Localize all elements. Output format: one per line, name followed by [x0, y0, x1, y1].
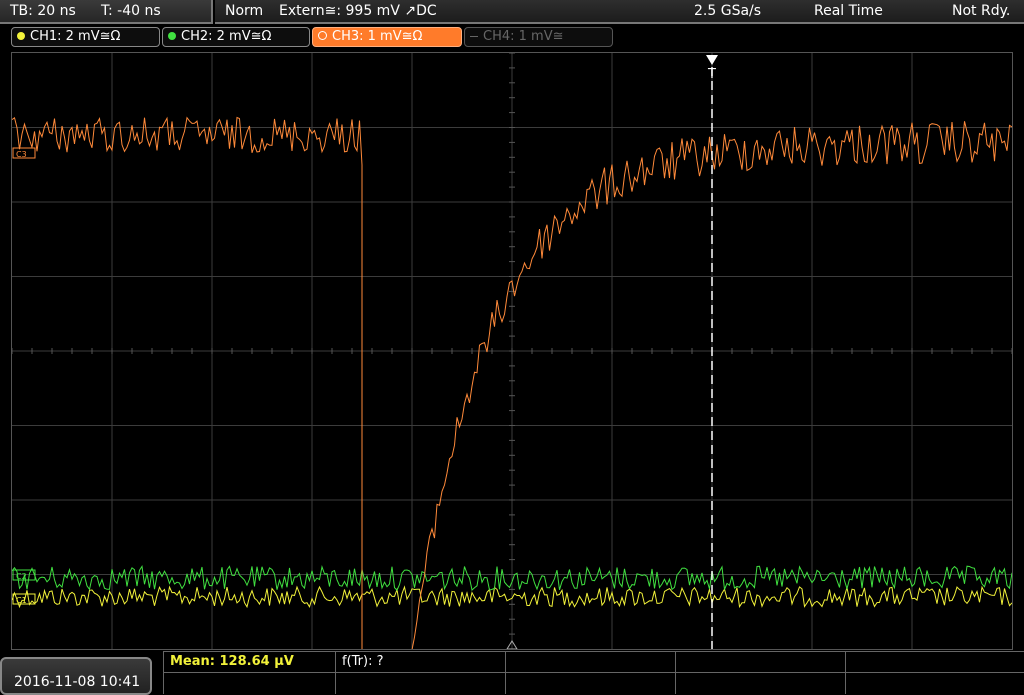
ch3-color-icon: [318, 31, 327, 40]
ch1-color-icon: [17, 32, 25, 40]
waveform-canvas: T C3 C2 C1: [12, 53, 1012, 649]
rise-time-value: f(Tr): ?: [342, 654, 384, 669]
acquisition-panel[interactable]: Norm Extern≅: 995 mV ↗DC 2.5 GSa/s Real …: [215, 0, 1024, 24]
channel-tab-label: CH2: 2 mV≅Ω: [181, 29, 272, 44]
datetime-label: 2016-11-08 10:41: [14, 674, 141, 690]
ch2-level-marker[interactable]: C2: [12, 569, 36, 581]
channel-tab-ch2[interactable]: CH2: 2 mV≅Ω: [162, 27, 310, 47]
trigger-mode-label: Norm: [225, 3, 264, 19]
channel-tab-label: CH3: 1 mV≅Ω: [332, 29, 423, 44]
ch4-color-icon: [470, 36, 478, 37]
ch1-marker-label: C1: [16, 596, 27, 605]
channel-tab-ch3[interactable]: CH3: 1 mV≅Ω: [312, 27, 462, 47]
ch1-level-marker[interactable]: C1: [12, 593, 36, 605]
timebase-panel[interactable]: TB: 20 ns T: -40 ns: [0, 0, 213, 24]
measurement-slot-4[interactable]: [675, 652, 845, 673]
measurement-bar: Mean: 128.64 µV f(Tr): ?: [163, 651, 1024, 695]
trigger-offset-label: T: -40 ns: [101, 3, 161, 19]
channel-tab-ch4[interactable]: CH4: 1 mV≅: [464, 27, 613, 47]
sample-rate-label: 2.5 GSa/s: [694, 3, 762, 19]
status-bar: TB: 20 ns T: -40 ns Norm Extern≅: 995 mV…: [0, 0, 1024, 24]
channel-tab-ch1[interactable]: CH1: 2 mV≅Ω: [11, 27, 160, 47]
ch3-level-marker[interactable]: C3: [12, 147, 36, 159]
measurement-slot-8[interactable]: [505, 673, 675, 694]
ready-status-label: Not Rdy.: [952, 3, 1011, 19]
acquisition-mode-label: Real Time: [814, 3, 883, 19]
trigger-marker-label: T: [707, 67, 716, 82]
waveform-display[interactable]: T C3 C2 C1: [11, 52, 1013, 650]
ch2-marker-label: C2: [16, 572, 27, 581]
measurement-slot-3[interactable]: [505, 652, 675, 673]
ch3-marker-label: C3: [16, 150, 27, 159]
mean-value: Mean: 128.64 µV: [170, 654, 294, 669]
trigger-source-label: Extern≅: 995 mV ↗DC: [279, 3, 437, 19]
timebase-label: TB: 20 ns: [10, 3, 76, 19]
datetime-display: 2016-11-08 10:41: [0, 657, 152, 695]
measurement-slot-5[interactable]: [845, 652, 1024, 673]
channel-tab-label: CH4: 1 mV≅: [483, 29, 564, 44]
measurement-rise-time[interactable]: f(Tr): ?: [335, 652, 505, 673]
measurement-slot-9[interactable]: [675, 673, 845, 694]
graticule: [12, 53, 1012, 649]
channel-tabs: CH1: 2 mV≅Ω CH2: 2 mV≅Ω CH3: 1 mV≅Ω CH4:…: [0, 26, 1024, 50]
channel-tab-label: CH1: 2 mV≅Ω: [30, 29, 121, 44]
measurement-slot-7[interactable]: [335, 673, 505, 694]
ch2-color-icon: [168, 32, 176, 40]
trigger-position-icon[interactable]: [706, 55, 718, 65]
measurement-slot-10[interactable]: [845, 673, 1024, 694]
measurement-slot-6[interactable]: [163, 673, 335, 694]
measurement-mean[interactable]: Mean: 128.64 µV: [163, 652, 335, 673]
